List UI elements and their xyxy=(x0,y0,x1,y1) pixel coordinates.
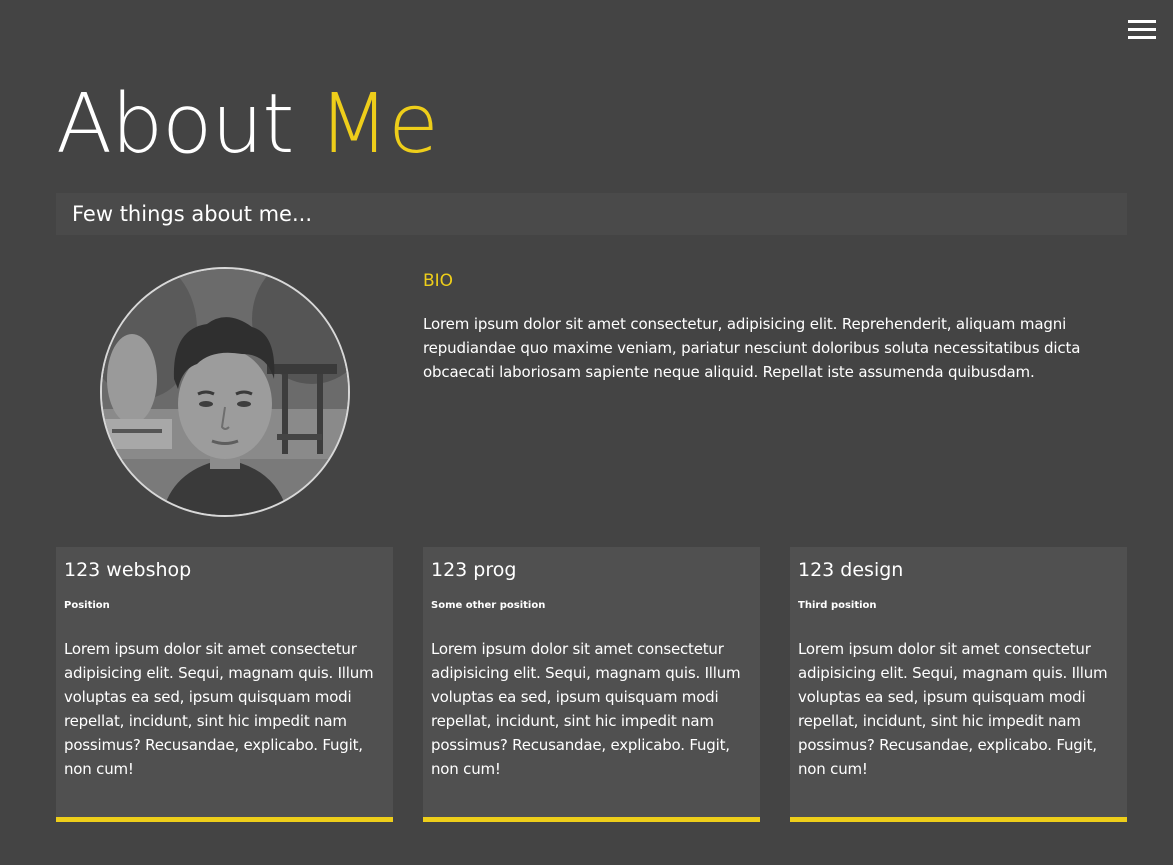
job-position: Third position xyxy=(798,600,877,611)
job-description: Lorem ipsum dolor sit amet consectetur a… xyxy=(798,640,1108,778)
job-company: 123 prog xyxy=(431,559,517,581)
profile-photo xyxy=(100,267,350,517)
job-card-webshop: 123 webshop Position Lorem ipsum dolor s… xyxy=(56,547,393,822)
hamburger-menu-icon[interactable] xyxy=(1128,20,1156,39)
job-description: Lorem ipsum dolor sit amet consectetur a… xyxy=(431,640,741,778)
menu-bar-middle xyxy=(1128,28,1156,31)
menu-bar-bottom xyxy=(1128,36,1156,39)
job-position: Position xyxy=(64,600,110,611)
bio-section: BIO Lorem ipsum dolor sit amet consectet… xyxy=(423,268,1133,384)
page-subtitle-bar: Few things about me... xyxy=(56,193,1127,235)
job-position: Some other position xyxy=(431,600,546,611)
job-card-prog: 123 prog Some other position Lorem ipsum… xyxy=(423,547,760,822)
job-company: 123 webshop xyxy=(64,559,192,581)
bio-text: Lorem ipsum dolor sit amet consectetur, … xyxy=(423,315,1081,381)
portrait-illustration xyxy=(102,269,348,515)
page-title: About Me xyxy=(56,70,439,180)
menu-bar-top xyxy=(1128,20,1156,23)
job-description: Lorem ipsum dolor sit amet consectetur a… xyxy=(64,640,374,778)
page-title-main: About xyxy=(56,77,294,172)
page-subtitle: Few things about me... xyxy=(72,202,313,226)
job-company: 123 design xyxy=(798,559,904,581)
bio-heading: BIO xyxy=(423,271,454,291)
page-title-accent: Me xyxy=(318,77,439,172)
job-card-design: 123 design Third position Lorem ipsum do… xyxy=(790,547,1127,822)
